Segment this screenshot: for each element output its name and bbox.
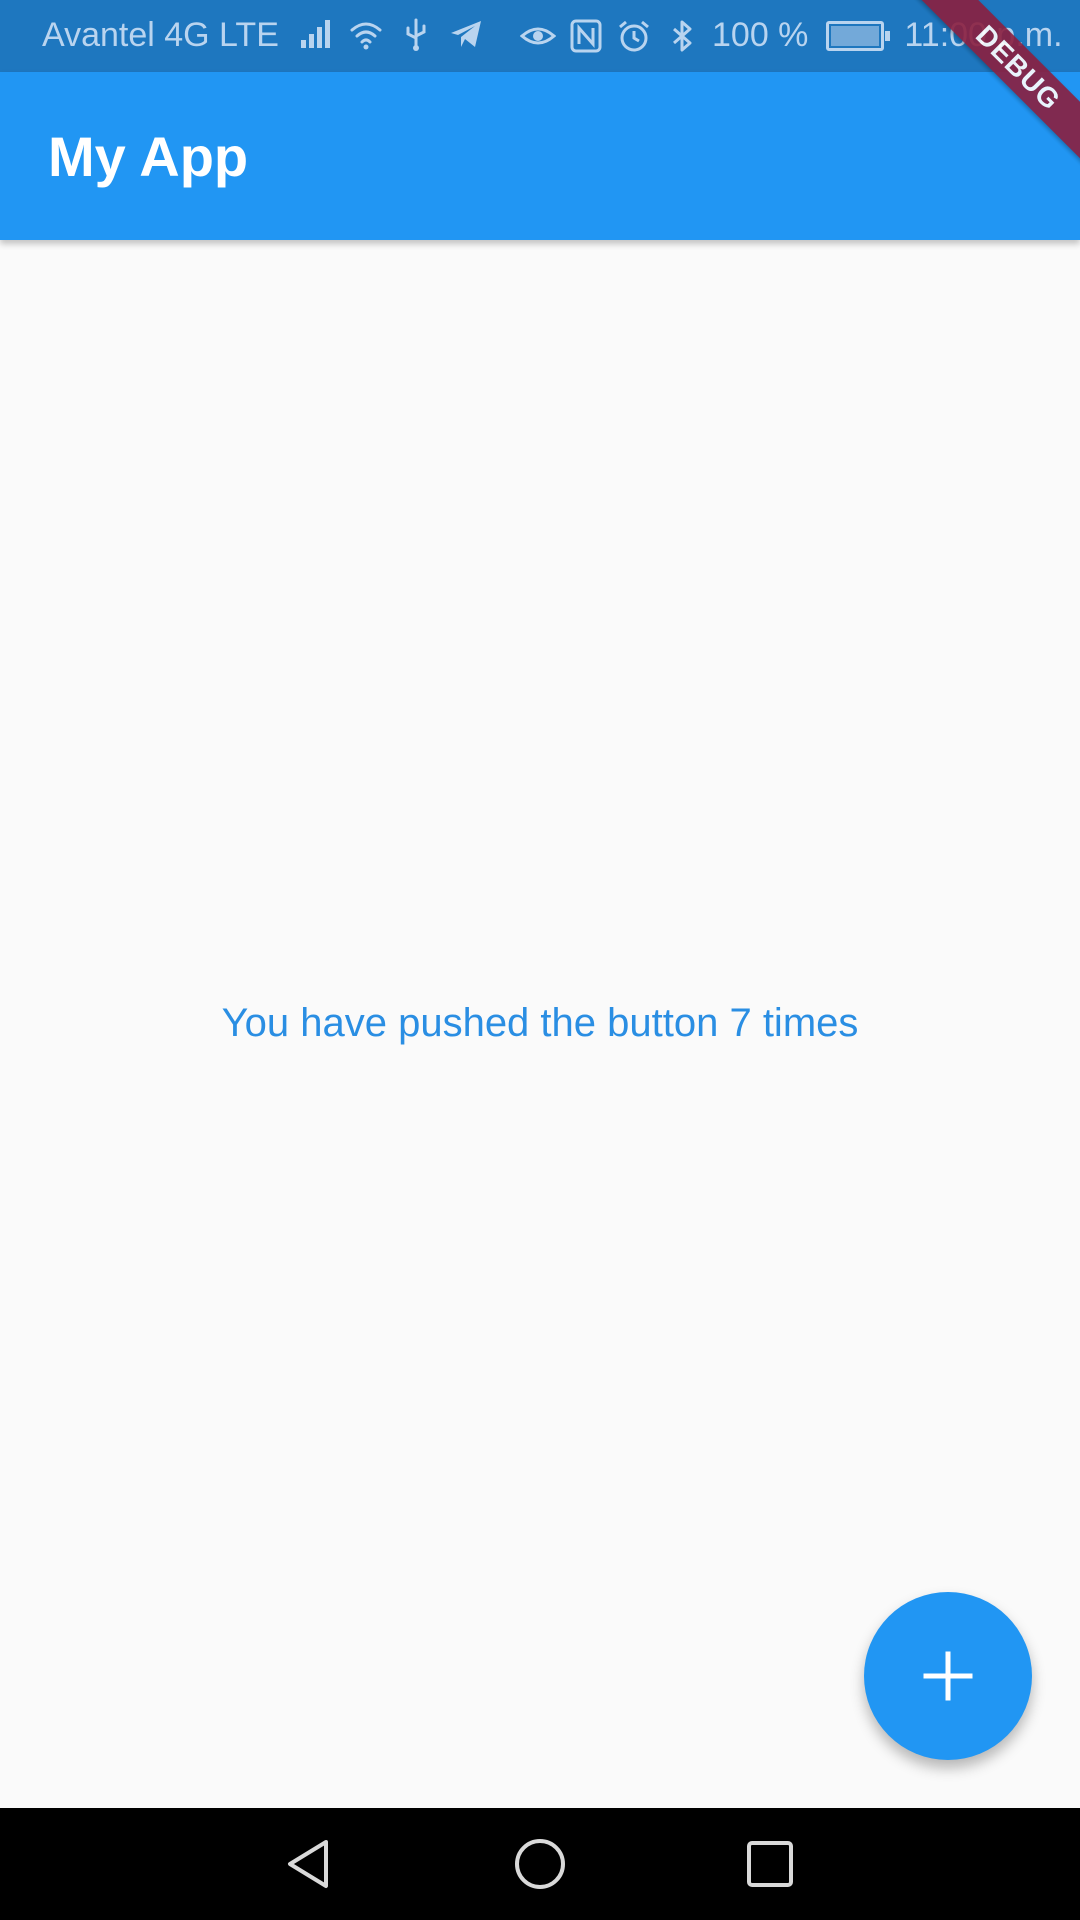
battery-charging-icon xyxy=(826,20,891,51)
status-left-icons xyxy=(298,16,484,52)
telegram-icon xyxy=(448,16,484,52)
navigation-bar xyxy=(0,1808,1080,1920)
battery-level-label: 100 % xyxy=(712,16,809,54)
alarm-icon xyxy=(616,18,652,54)
back-button[interactable] xyxy=(282,1836,338,1892)
back-icon xyxy=(288,1840,328,1888)
plus-icon xyxy=(923,1651,973,1701)
bluetooth-icon xyxy=(664,18,700,54)
app-title: My App xyxy=(48,125,249,188)
status-bar: Avantel 4G LTE 100 % xyxy=(0,0,1080,72)
counter-text: You have pushed the button 7 times xyxy=(221,1001,859,1045)
app-screen: Avantel 4G LTE 100 % My App DEBUG You ha… xyxy=(0,0,1080,1920)
increment-fab-button[interactable] xyxy=(864,1592,1032,1760)
app-bar: My App xyxy=(0,72,1080,240)
recents-icon xyxy=(747,1841,793,1887)
home-button[interactable] xyxy=(512,1836,568,1892)
eye-icon xyxy=(520,18,556,54)
wifi-icon xyxy=(348,16,384,52)
carrier-label: Avantel 4G LTE xyxy=(42,16,279,54)
main-body: You have pushed the button 7 times xyxy=(0,240,1080,1808)
signal-icon xyxy=(298,16,334,52)
nfc-icon xyxy=(568,18,604,54)
recents-button[interactable] xyxy=(742,1836,798,1892)
home-icon xyxy=(515,1839,565,1889)
usb-icon xyxy=(398,16,434,52)
